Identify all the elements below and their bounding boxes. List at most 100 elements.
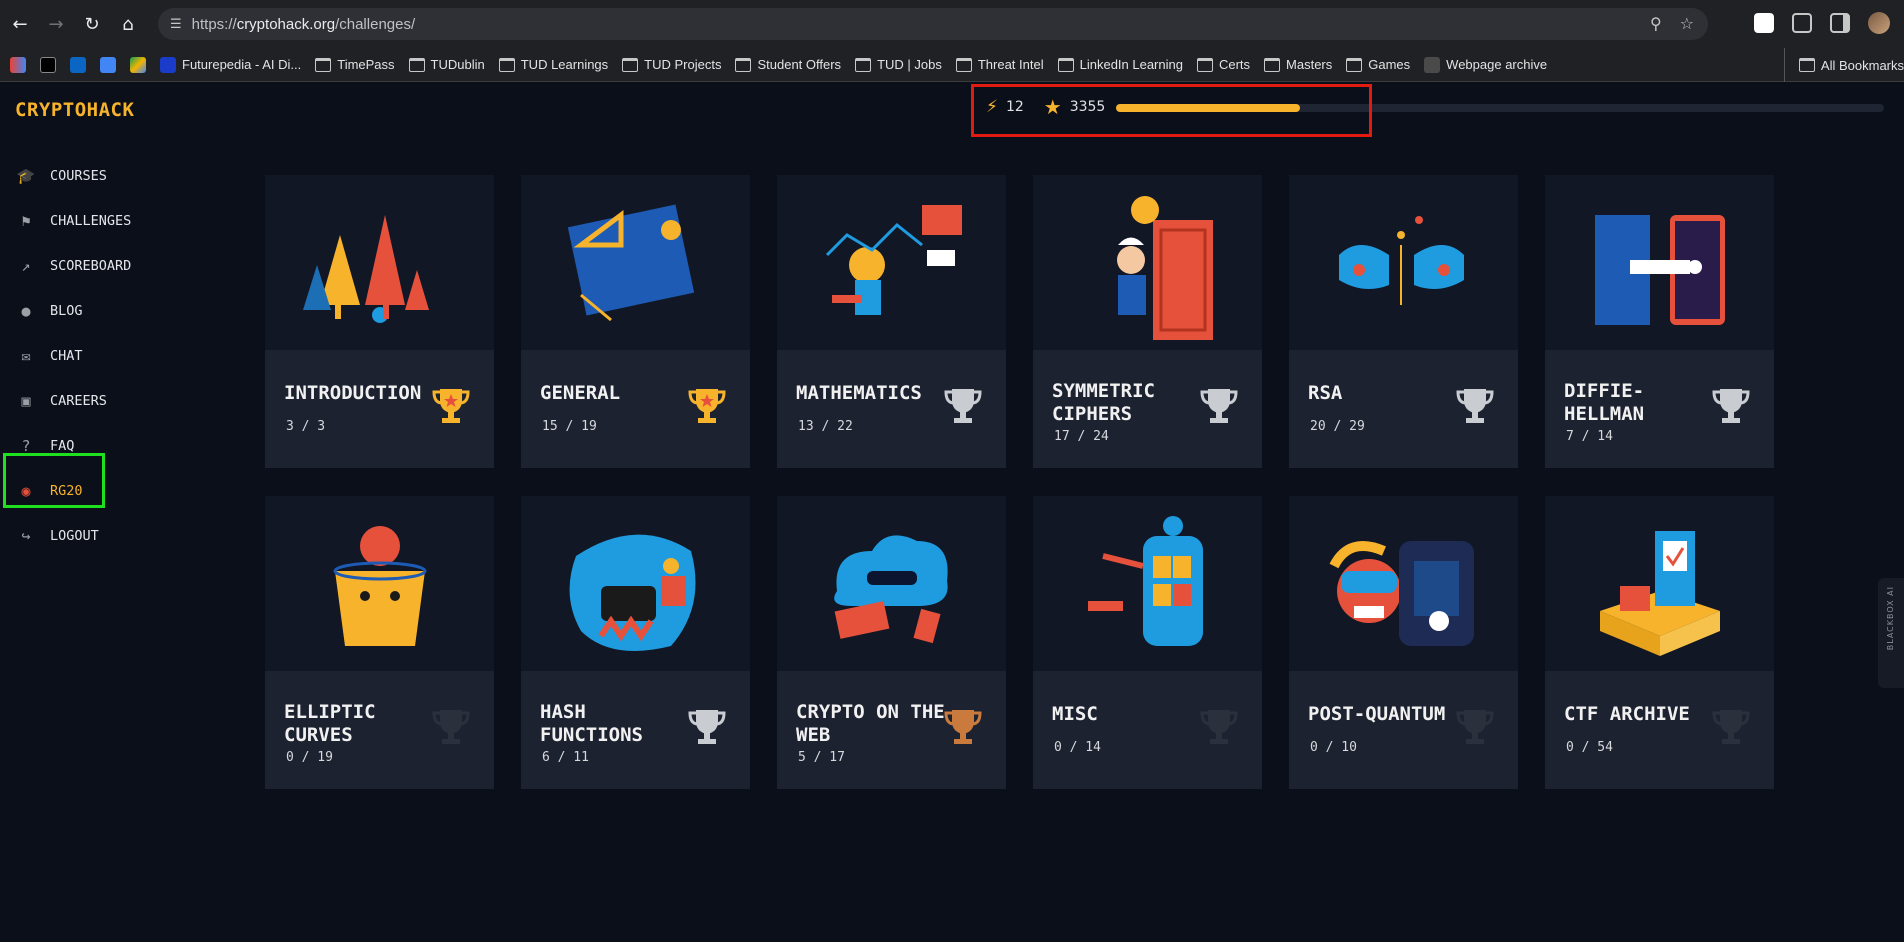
sidebar-item-courses[interactable]: 🎓 COURSES (0, 153, 131, 198)
challenge-card[interactable]: GENERAL 15 / 19 (521, 175, 750, 468)
category-title: MISC (1052, 703, 1098, 725)
folder-icon (855, 57, 872, 72)
bookmark-folder[interactable]: Masters (1264, 57, 1332, 72)
challenge-card[interactable]: MATHEMATICS 13 / 22 (777, 175, 1006, 468)
home-icon[interactable]: ⌂ (114, 10, 142, 38)
folder-icon (315, 57, 332, 72)
trophy-icon (944, 707, 982, 747)
back-icon[interactable]: ← (6, 10, 34, 38)
highlight-box-profile (3, 453, 105, 508)
bookmark-folder[interactable]: LinkedIn Learning (1057, 57, 1183, 72)
solved-count: 0 / 19 (286, 750, 333, 765)
category-title: GENERAL (540, 382, 621, 404)
bookmark-folder[interactable]: Games (1346, 57, 1410, 72)
bookmark-webpage-archive[interactable]: Webpage archive (1424, 56, 1547, 73)
extensions-puzzle-icon[interactable] (1792, 13, 1812, 33)
folder-icon (955, 57, 972, 72)
challenge-card[interactable]: RSA 20 / 29 (1289, 175, 1518, 468)
category-illustration (265, 175, 494, 350)
bookmark-folder[interactable]: TUD Learnings (498, 57, 608, 72)
trophy-icon (688, 386, 726, 426)
url-text[interactable]: https://cryptohack.org/challenges/ (192, 16, 415, 33)
card-footer: MISC 0 / 14 (1033, 671, 1262, 789)
challenge-card[interactable]: DIFFIE-HELLMAN 7 / 14 (1545, 175, 1774, 468)
card-footer: POST-QUANTUM 0 / 10 (1289, 671, 1518, 789)
card-footer: ELLIPTIC CURVES 0 / 19 (265, 671, 494, 789)
card-footer: DIFFIE-HELLMAN 7 / 14 (1545, 350, 1774, 468)
side-panel-icon[interactable] (1830, 13, 1850, 33)
challenge-card[interactable]: INTRODUCTION 3 / 3 (265, 175, 494, 468)
all-bookmarks[interactable]: All Bookmarks (1783, 48, 1904, 82)
bookmark-folder[interactable]: TimePass (315, 57, 395, 72)
card-footer: SYMMETRIC CIPHERS 17 / 24 (1033, 350, 1262, 468)
solved-count: 13 / 22 (798, 419, 853, 434)
challenge-card[interactable]: POST-QUANTUM 0 / 10 (1289, 496, 1518, 789)
solved-count: 3 / 3 (286, 419, 326, 434)
category-illustration (1545, 175, 1774, 350)
linkedin-icon[interactable] (70, 56, 86, 73)
sidebar-item-scoreboard[interactable]: ↗ SCOREBOARD (0, 243, 131, 288)
cryptohack-app: CRYPTOHACK 🎓 COURSES ⚑ CHALLENGES ↗ SCOREBO… (0, 83, 1904, 942)
folder-icon (1057, 57, 1074, 72)
category-illustration (265, 496, 494, 671)
card-footer: CRYPTO ON THE WEB 5 / 17 (777, 671, 1006, 789)
site-settings-icon[interactable]: ☰ (170, 17, 182, 32)
challenge-card[interactable]: CRYPTO ON THE WEB 5 / 17 (777, 496, 1006, 789)
gmail-icon[interactable] (10, 56, 26, 73)
bookmark-star-icon[interactable]: ☆ (1680, 14, 1694, 33)
challenge-card[interactable]: CTF ARCHIVE 0 / 54 (1545, 496, 1774, 789)
challenge-card[interactable]: SYMMETRIC CIPHERS 17 / 24 (1033, 175, 1262, 468)
google-docs-icon[interactable] (100, 56, 116, 73)
folder-icon (1798, 58, 1815, 72)
bookmark-folder[interactable]: TUDublin (408, 57, 485, 72)
brain-icon: ● (21, 301, 31, 320)
category-title: ELLIPTIC CURVES (284, 701, 376, 746)
card-footer: MATHEMATICS 13 / 22 (777, 350, 1006, 468)
challenge-card[interactable]: ELLIPTIC CURVES 0 / 19 (265, 496, 494, 789)
solved-count: 15 / 19 (542, 419, 597, 434)
sidebar-item-challenges[interactable]: ⚑ CHALLENGES (0, 198, 131, 243)
sidebar-item-careers[interactable]: ▣ CAREERS (0, 378, 131, 423)
category-title: CRYPTO ON THE WEB (796, 701, 945, 746)
folder-icon (735, 57, 752, 72)
sidebar-item-logout[interactable]: ↪ LOGOUT (0, 513, 131, 558)
solved-count: 7 / 14 (1566, 429, 1613, 444)
site-logo[interactable]: CRYPTOHACK (15, 99, 134, 121)
address-bar[interactable]: ☰ https://cryptohack.org/challenges/ ⚲ ☆ (158, 8, 1708, 40)
solved-count: 0 / 14 (1054, 740, 1101, 755)
solved-count: 5 / 17 (798, 750, 845, 765)
solved-count: 20 / 29 (1310, 419, 1365, 434)
google-drive-icon[interactable] (130, 56, 146, 73)
sidebar-item-blog[interactable]: ● BLOG (0, 288, 131, 333)
folder-icon (1196, 57, 1213, 72)
bookmark-folder[interactable]: Student Offers (735, 57, 841, 72)
category-illustration (777, 175, 1006, 350)
flag-icon: ⚑ (21, 211, 31, 230)
extension-b-icon[interactable] (1754, 13, 1774, 33)
x-icon[interactable] (40, 56, 56, 73)
reload-icon[interactable]: ↻ (78, 10, 106, 38)
sidebar-item-chat[interactable]: ✉ CHAT (0, 333, 131, 378)
bookmark-futurepedia[interactable]: Futurepedia - AI Di... (160, 56, 301, 73)
trophy-icon (1200, 386, 1238, 426)
bookmark-folder[interactable]: TUD | Jobs (855, 57, 942, 72)
zoom-icon[interactable]: ⚲ (1650, 14, 1662, 33)
forward-icon[interactable]: → (42, 10, 70, 38)
challenge-card[interactable]: MISC 0 / 14 (1033, 496, 1262, 789)
folder-icon (1264, 57, 1281, 72)
bookmark-folder[interactable]: Certs (1196, 57, 1250, 72)
comments-icon: ✉ (21, 346, 31, 365)
profile-avatar[interactable] (1868, 12, 1890, 34)
question-icon: ? (21, 436, 31, 455)
challenge-grid: INTRODUCTION 3 / 3 GENERAL 15 / 19 MATHEMATI… (265, 175, 1774, 789)
trophy-icon (1712, 386, 1750, 426)
bookmark-folder[interactable]: TUD Projects (622, 57, 721, 72)
blackbox-ai-tab[interactable]: BLACKBOX AI (1878, 578, 1904, 688)
trophy-icon (944, 386, 982, 426)
challenge-card[interactable]: HASH FUNCTIONS 6 / 11 (521, 496, 750, 789)
bookmark-folder[interactable]: Threat Intel (955, 57, 1044, 72)
category-title: DIFFIE-HELLMAN (1564, 380, 1645, 425)
chart-line-icon: ↗ (21, 256, 31, 275)
folder-icon (408, 57, 425, 72)
category-title: HASH FUNCTIONS (540, 701, 643, 746)
